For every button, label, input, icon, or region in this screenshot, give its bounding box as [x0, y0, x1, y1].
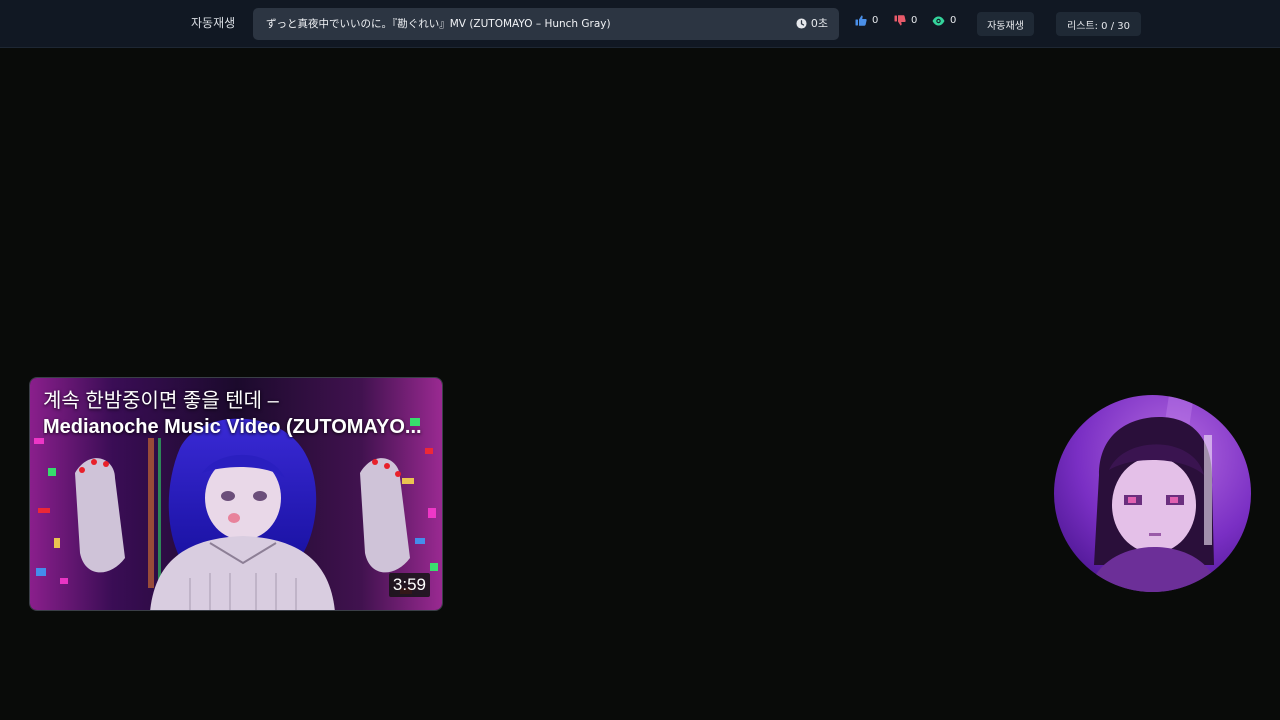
autoplay-label: 자동재생: [191, 16, 236, 30]
channel-avatar[interactable]: [1054, 395, 1251, 592]
clock-icon: [796, 17, 807, 29]
elapsed-time: 0초: [796, 15, 828, 31]
playlist-counter[interactable]: 리스트: 0 / 30: [1056, 12, 1141, 36]
video-duration-badge: 3:59: [388, 573, 430, 597]
dislike-counter[interactable]: 0: [894, 15, 917, 26]
video-card-title-line1: 계속 한밤중이면 좋을 텐데 –: [43, 390, 279, 412]
now-playing-bar[interactable]: ずっと真夜中でいいのに。『勘ぐれい』MV (ZUTOMAYO – Hunch G…: [253, 8, 839, 40]
video-card[interactable]: 계속 한밤중이면 좋을 텐데 – Medianoche Music Video …: [29, 377, 443, 611]
view-counter: 0: [932, 15, 956, 26]
elapsed-time-value: 0초: [810, 17, 828, 30]
eye-icon: [932, 15, 945, 25]
video-card-title-line2: Medianoche Music Video (ZUTOMAYO...: [43, 416, 422, 438]
like-counter[interactable]: 0: [855, 15, 878, 26]
top-bar: 자동재생 ずっと真夜中でいいのに。『勘ぐれい』MV (ZUTOMAYO – Hu…: [0, 0, 1280, 48]
thumbs-down-icon: [894, 15, 906, 26]
now-playing-title: ずっと真夜中でいいのに。『勘ぐれい』MV (ZUTOMAYO – Hunch G…: [266, 18, 611, 30]
autoplay-button[interactable]: 자동재생: [977, 12, 1034, 36]
like-count: 0: [872, 15, 879, 26]
thumbs-up-icon: [855, 15, 867, 26]
view-count: 0: [950, 15, 957, 26]
avatar-image: [1054, 395, 1251, 592]
video-card-title: 계속 한밤중이면 좋을 텐데 – Medianoche Music Video …: [43, 388, 433, 440]
dislike-count: 0: [911, 15, 918, 26]
